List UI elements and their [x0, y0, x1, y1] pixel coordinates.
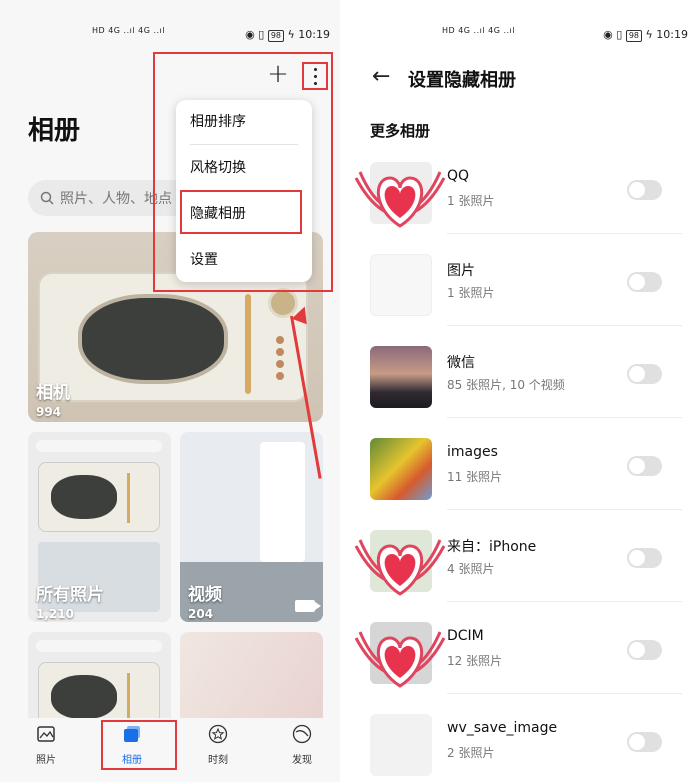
status-time: 10:19: [656, 28, 688, 41]
section-header: 更多相册: [370, 122, 431, 140]
menu-item-hidden-albums[interactable]: 隐藏相册: [190, 196, 300, 232]
status-icons: ◉ ▯ 98 ϟ 10:19: [603, 28, 688, 42]
nav-albums[interactable]: 相册: [102, 724, 162, 766]
nav-label: 发现: [292, 755, 312, 766]
battery-level: 98: [625, 30, 643, 42]
album-icon: [124, 726, 140, 742]
album-name: images: [447, 444, 498, 460]
album-card[interactable]: [28, 632, 171, 732]
search-placeholder: 照片、人物、地点: [60, 191, 172, 207]
album-label: 视频 204: [188, 580, 222, 621]
discover-icon: [292, 724, 312, 744]
album-card-video[interactable]: 视频 204: [180, 432, 323, 622]
status-bar: HD 4G ..ıl 4G ..ıl ◉ ▯ 98 ϟ 10:19: [350, 0, 700, 56]
more-options-button[interactable]: [302, 62, 328, 90]
album-name: QQ: [447, 168, 470, 184]
more-dot-icon: [313, 75, 317, 78]
album-name: 微信: [447, 355, 475, 371]
album-name: 图片: [447, 263, 475, 279]
battery-level: 98: [267, 30, 285, 42]
star-icon: [208, 724, 228, 744]
vibrate-icon: ▯: [258, 28, 265, 41]
album-row-wv-save-image[interactable]: wv_save_image 2 张照片: [370, 706, 682, 782]
album-thumbnail: [370, 346, 432, 408]
eye-icon: ◉: [603, 28, 613, 41]
page-title: 相册: [28, 116, 81, 146]
album-thumbnail: [370, 714, 432, 776]
hide-toggle[interactable]: [627, 548, 662, 568]
search-icon: [40, 191, 54, 205]
album-label: 相机 994: [36, 378, 70, 419]
album-thumbnail: [370, 254, 432, 316]
nav-discover[interactable]: 发现: [272, 724, 332, 766]
status-bar: HD 4G ..ıl 4G ..ıl ◉ ▯ 98 ϟ 10:19: [0, 0, 340, 56]
album-count: 12 张照片: [447, 654, 503, 668]
bottom-nav: 照片 相册 时刻 发现: [0, 718, 340, 782]
image-icon: [37, 726, 55, 742]
album-name: DCIM: [447, 628, 484, 644]
arrow-left-icon[interactable]: ←: [372, 64, 390, 89]
album-name: wv_save_image: [447, 720, 558, 736]
album-card-all-photos[interactable]: 所有照片 1,210: [28, 432, 171, 622]
album-screen: HD 4G ..ıl 4G ..ıl ◉ ▯ 98 ϟ 10:19 + 相册 照…: [0, 0, 340, 782]
more-dot-icon: [313, 68, 317, 71]
album-name: 来自：iPhone: [447, 539, 537, 555]
hidden-albums-screen: HD 4G ..ıl 4G ..ıl ◉ ▯ 98 ϟ 10:19 ← 设置隐藏…: [350, 0, 700, 782]
charging-icon: ϟ: [287, 28, 295, 41]
nav-moments[interactable]: 时刻: [188, 724, 248, 766]
heart-sticker-icon: [354, 539, 446, 596]
album-row-pictures[interactable]: 图片 1 张照片: [370, 246, 682, 338]
album-count: 11 张照片: [447, 470, 503, 484]
status-icons: ◉ ▯ 98 ϟ 10:19: [245, 28, 330, 42]
vibrate-icon: ▯: [616, 28, 623, 41]
eye-icon: ◉: [245, 28, 255, 41]
album-count: 2 张照片: [447, 746, 495, 760]
nav-photos[interactable]: 照片: [16, 724, 76, 766]
album-name: 视频: [188, 585, 222, 605]
album-count: 4 张照片: [447, 562, 495, 576]
page-title: 设置隐藏相册: [408, 70, 516, 91]
heart-sticker-icon: [354, 171, 446, 228]
hide-toggle[interactable]: [627, 456, 662, 476]
nav-label: 相册: [122, 755, 142, 766]
album-label: 所有照片 1,210: [36, 580, 104, 621]
album-thumbnail: [38, 462, 160, 532]
hide-toggle[interactable]: [627, 732, 662, 752]
charging-icon: ϟ: [645, 28, 653, 41]
album-card[interactable]: [180, 632, 323, 732]
add-button[interactable]: +: [265, 61, 291, 88]
album-count: 1 张照片: [447, 286, 495, 300]
album-row-wechat[interactable]: 微信 85 张照片, 10 个视频: [370, 338, 682, 430]
options-menu: 相册排序 风格切换 隐藏相册 设置: [176, 100, 312, 282]
album-count: 994: [36, 405, 62, 419]
hide-toggle[interactable]: [627, 272, 662, 292]
menu-item-sort[interactable]: 相册排序: [190, 104, 300, 140]
more-dot-icon: [313, 82, 317, 85]
nav-label: 时刻: [208, 755, 228, 766]
album-row-images[interactable]: images 11 张照片: [370, 430, 682, 522]
album-thumbnail: [370, 438, 432, 500]
signal-indicator: HD 4G ..ıl 4G ..ıl: [92, 26, 165, 35]
video-camera-icon: [295, 600, 321, 612]
hide-toggle[interactable]: [627, 364, 662, 384]
menu-item-style[interactable]: 风格切换: [190, 150, 300, 186]
heart-sticker-icon: [354, 631, 446, 688]
album-count: 1,210: [36, 607, 74, 621]
status-time: 10:19: [298, 28, 330, 41]
album-name: 所有照片: [36, 585, 104, 605]
album-count: 1 张照片: [447, 194, 495, 208]
hide-toggle[interactable]: [627, 180, 662, 200]
album-name: 相机: [36, 383, 70, 403]
signal-indicator: HD 4G ..ıl 4G ..ıl: [442, 26, 515, 35]
nav-label: 照片: [36, 755, 56, 766]
hide-toggle[interactable]: [627, 640, 662, 660]
album-count: 85 张照片, 10 个视频: [447, 378, 565, 392]
album-count: 204: [188, 607, 214, 621]
album-thumbnail: [38, 272, 308, 402]
menu-item-settings[interactable]: 设置: [190, 242, 300, 278]
